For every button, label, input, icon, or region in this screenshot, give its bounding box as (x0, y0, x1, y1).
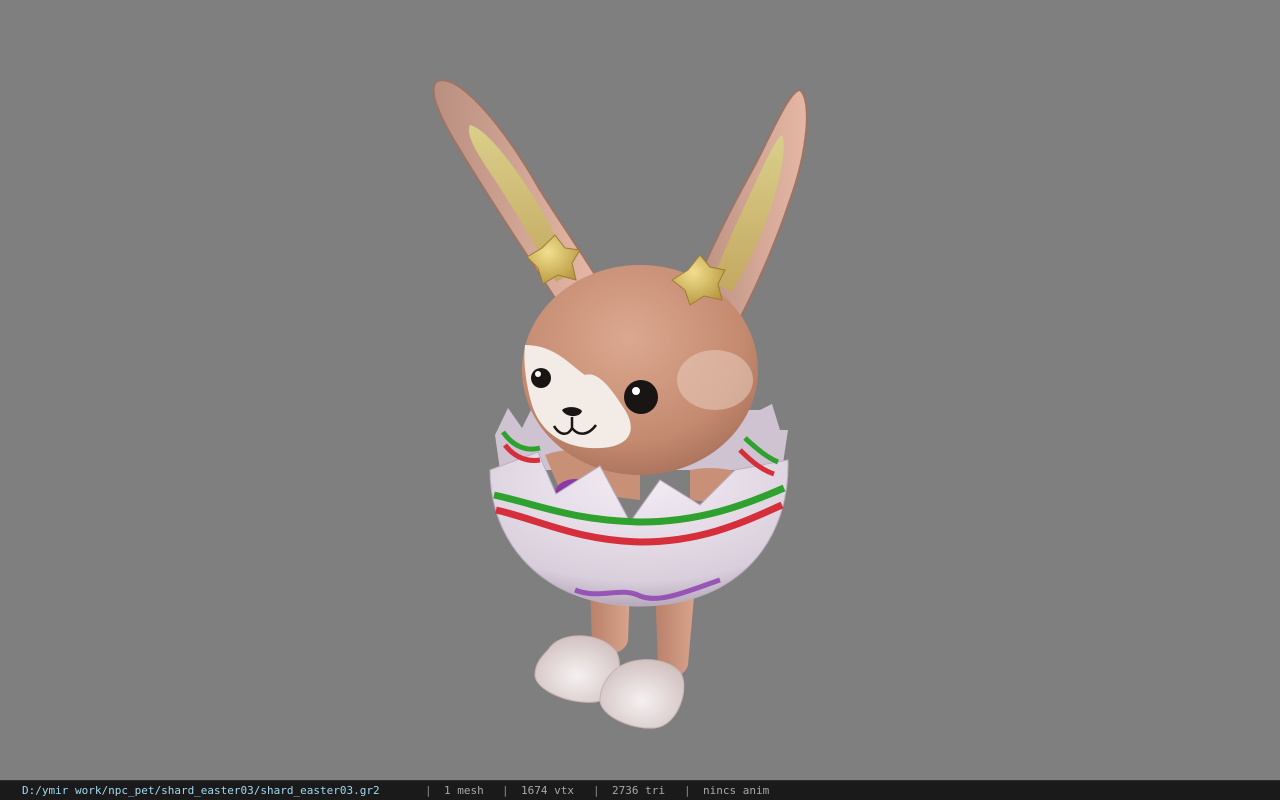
vertex-count: 1674 vtx (521, 784, 574, 797)
separator: | (425, 784, 432, 797)
animation-status: nincs anim (703, 784, 770, 797)
separator: | (684, 784, 691, 797)
triangle-count: 2736 tri (612, 784, 665, 797)
legs (534, 585, 695, 729)
mesh-count: 1 mesh (444, 784, 484, 797)
head (522, 265, 758, 475)
3d-viewport[interactable] (0, 0, 1280, 780)
separator: | (502, 784, 509, 797)
left-ear (432, 79, 600, 300)
status-bar: D:/ymir work/npc_pet/shard_easter03/shar… (0, 780, 1280, 800)
separator: | (593, 784, 600, 797)
model-render (432, 79, 808, 729)
model-path: D:/ymir work/npc_pet/shard_easter03/shar… (22, 784, 380, 797)
